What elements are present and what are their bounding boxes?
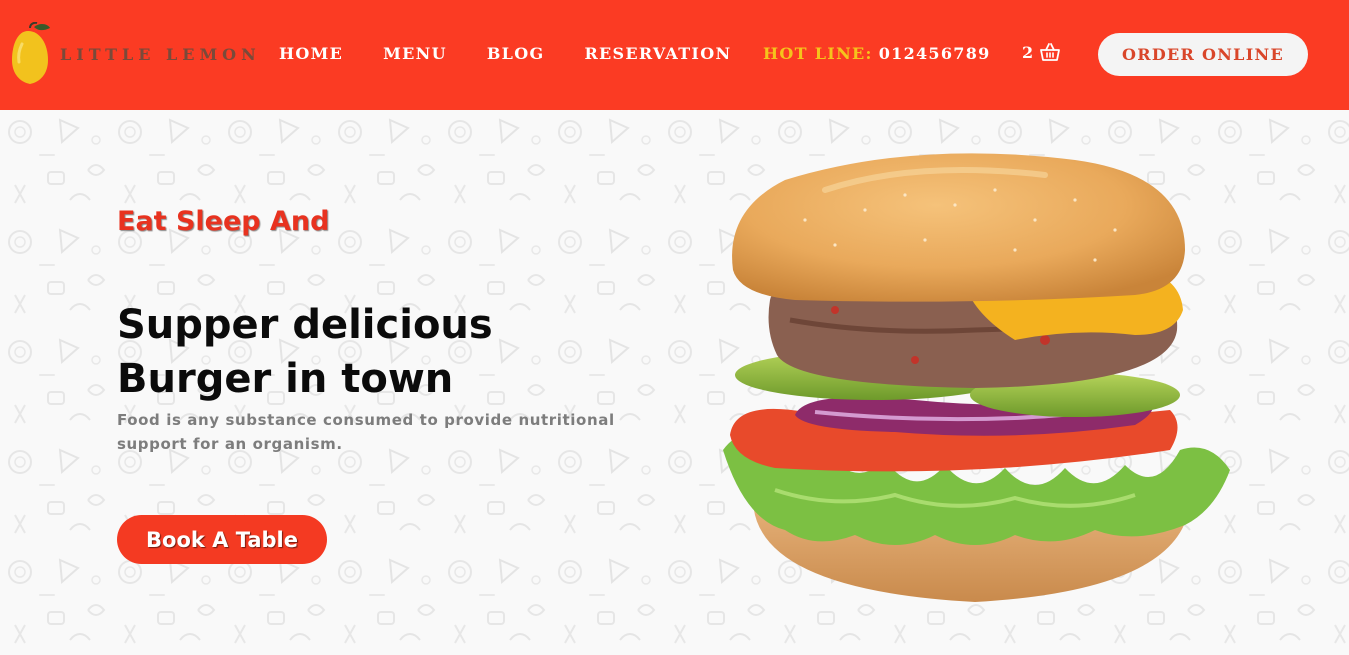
nav-item-reservation[interactable]: RESERVATION: [584, 44, 731, 63]
shopping-basket-icon: [1040, 43, 1061, 61]
site-header: LITTLE LEMON HOME MENU BLOG RESERVATION …: [0, 0, 1349, 110]
brand-name: LITTLE LEMON: [60, 44, 261, 64]
hero-description: Food is any substance consumed to provid…: [117, 411, 615, 453]
hotline-number[interactable]: 012456789: [879, 44, 991, 63]
cart-count: 2: [1022, 42, 1034, 62]
nav-item-menu[interactable]: MENU: [383, 44, 447, 63]
cart-button[interactable]: 2: [1022, 42, 1061, 62]
hotline-label: HOT LINE:: [763, 44, 873, 63]
burger-image: [723, 153, 1230, 602]
order-online-button[interactable]: ORDER ONLINE: [1098, 33, 1308, 76]
nav-item-home[interactable]: HOME: [279, 44, 343, 63]
book-table-button[interactable]: Book A Table: [117, 515, 327, 564]
hero-headline: Supper delicious Burger in town: [117, 298, 493, 406]
hero-section: Eat Sleep And Supper delicious Burger in…: [0, 110, 1349, 655]
hero-headline-line-2: Burger in town: [117, 356, 454, 402]
main-nav: HOME MENU BLOG RESERVATION: [279, 44, 771, 63]
brand-logo[interactable]: LITTLE LEMON: [10, 22, 261, 86]
lemon-icon: [12, 22, 50, 84]
hero-tagline: Eat Sleep And: [117, 206, 330, 237]
hero-headline-line-1: Supper delicious: [117, 302, 493, 348]
hotline: HOT LINE: 012456789: [763, 44, 991, 63]
nav-item-blog[interactable]: BLOG: [487, 44, 545, 63]
